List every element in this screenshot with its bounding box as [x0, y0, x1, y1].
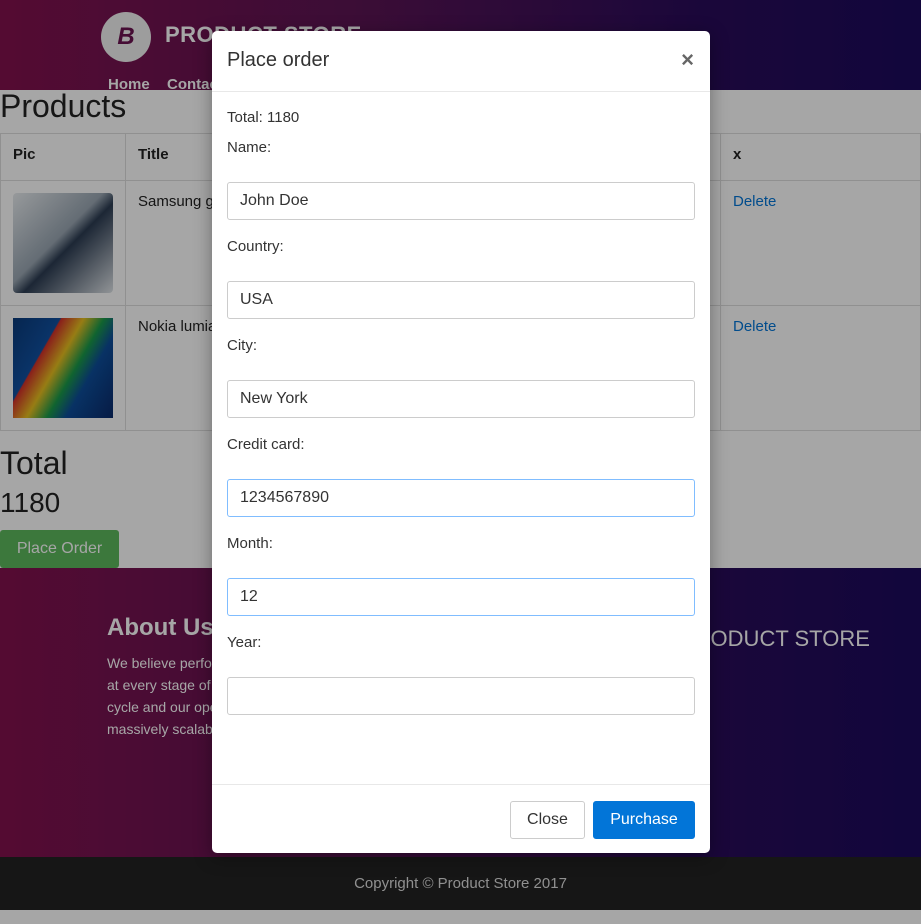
purchase-button[interactable]: Purchase	[593, 801, 695, 839]
modal-footer: Close Purchase	[212, 784, 710, 853]
month-label: Month:	[227, 535, 273, 552]
order-total: Total: 1180	[227, 109, 300, 126]
modal-header: Place order ×	[212, 31, 710, 92]
country-input[interactable]	[227, 281, 695, 319]
city-label: City:	[227, 337, 257, 354]
place-order-modal: Place order × Total: 1180 Name: Country:…	[212, 31, 710, 853]
close-button[interactable]: Close	[510, 801, 585, 839]
year-label: Year:	[227, 634, 262, 651]
year-input[interactable]	[227, 677, 695, 715]
name-label: Name:	[227, 139, 272, 156]
month-input[interactable]	[227, 578, 695, 616]
modal-title: Place order	[227, 49, 330, 71]
country-label: Country:	[227, 238, 284, 255]
city-input[interactable]	[227, 380, 695, 418]
close-icon[interactable]: ×	[681, 49, 694, 71]
name-input[interactable]	[227, 182, 695, 220]
credit-card-input[interactable]	[227, 479, 695, 517]
credit-card-label: Credit card:	[227, 436, 305, 453]
